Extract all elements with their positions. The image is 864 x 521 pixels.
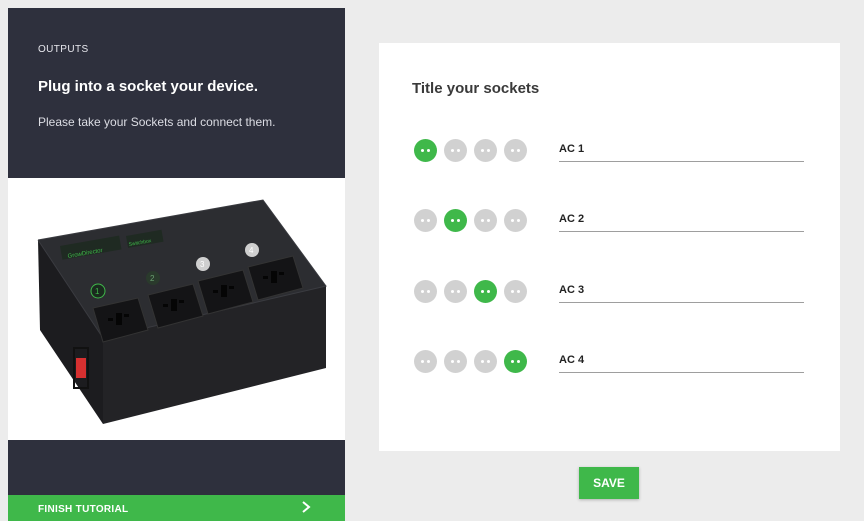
panel-title: Plug into a socket your device. [38,78,259,95]
card-title: Title your sockets [412,80,540,97]
socket-indicator-icon[interactable] [414,209,437,232]
socket-number-4: 4 [249,246,254,255]
socket-indicator-icon[interactable] [504,350,527,373]
socket-indicator-icon[interactable] [444,209,467,232]
socket-row-4 [414,350,804,374]
socket-indicator-icon[interactable] [504,280,527,303]
socket-title-input-2[interactable] [559,209,804,232]
sockets-card: Title your sockets [379,43,840,451]
save-button[interactable]: SAVE [579,467,639,499]
socket-indicator-icon[interactable] [504,139,527,162]
finish-tutorial-button[interactable]: FINISH TUTORIAL [8,495,345,521]
socket-row-3 [414,280,804,304]
socket-title-input-4[interactable] [559,350,804,373]
power-switch-icon [76,358,86,378]
socket-indicator-icon[interactable] [444,280,467,303]
socket-number-1: 1 [95,287,100,296]
socket-indicator-icon[interactable] [444,350,467,373]
chevron-right-icon [301,500,311,519]
socket-indicator-icon[interactable] [414,350,437,373]
socket-indicator-icon[interactable] [474,139,497,162]
socket-title-input-1[interactable] [559,139,804,162]
socket-indicator-icon[interactable] [474,350,497,373]
section-label: OUTPUTS [38,44,89,55]
socket-indicator-icon[interactable] [504,209,527,232]
socket-device-image: GrowDirector Switchbox 1 2 3 4 [8,178,345,440]
socket-number-2: 2 [150,274,155,283]
finish-tutorial-label: FINISH TUTORIAL [38,504,129,515]
socket-indicator-icon[interactable] [414,139,437,162]
socket-row-1 [414,139,804,163]
socket-indicator-icon[interactable] [474,280,497,303]
socket-indicator-icon[interactable] [474,209,497,232]
socket-indicator-icon[interactable] [444,139,467,162]
socket-indicator-icon[interactable] [414,280,437,303]
panel-description: Please take your Sockets and connect the… [38,115,276,129]
socket-number-3: 3 [200,260,205,269]
socket-title-input-3[interactable] [559,280,804,303]
socket-row-2 [414,209,804,233]
tutorial-panel: OUTPUTS Plug into a socket your device. … [8,8,345,521]
